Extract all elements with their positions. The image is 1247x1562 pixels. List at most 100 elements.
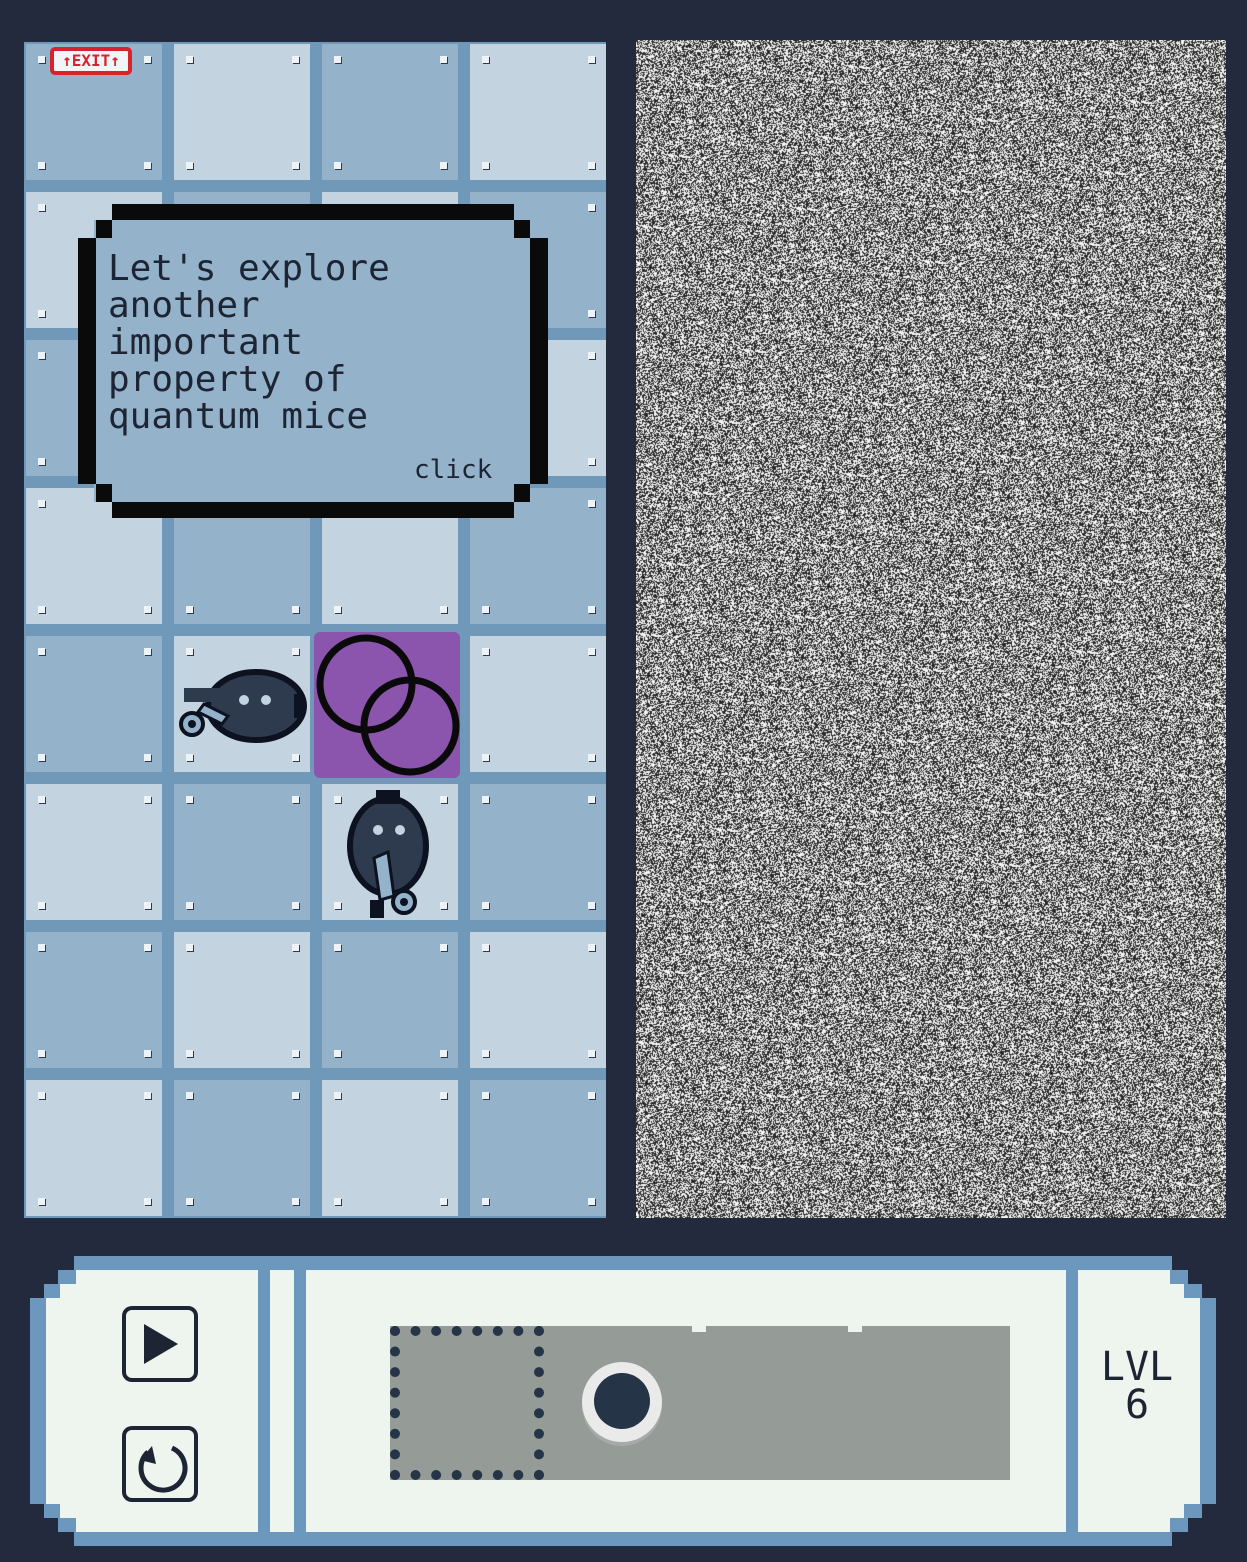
rivet — [292, 1198, 299, 1205]
rivet — [38, 310, 45, 317]
rivet — [588, 204, 595, 211]
quantum-mouse-left[interactable] — [174, 664, 310, 752]
rivet — [482, 944, 489, 951]
rivet — [588, 500, 595, 507]
rivet — [588, 754, 595, 761]
timeline-divider — [848, 1326, 862, 1332]
rivet — [588, 352, 595, 359]
rivet — [144, 944, 151, 951]
rivet — [144, 162, 151, 169]
rivet — [334, 944, 341, 951]
floor-tile[interactable] — [470, 784, 606, 920]
rivet — [186, 796, 193, 803]
rivet — [292, 606, 299, 613]
floor-tile[interactable] — [470, 932, 606, 1068]
rivet — [38, 352, 45, 359]
quantum-mouse-down[interactable] — [344, 788, 430, 926]
rivet — [38, 902, 45, 909]
rivet — [440, 606, 447, 613]
rivet — [440, 1198, 447, 1205]
floor-tile[interactable] — [322, 44, 458, 180]
rivet — [38, 458, 45, 465]
rivet — [440, 162, 447, 169]
floor-tile[interactable] — [470, 44, 606, 180]
rivet — [588, 606, 595, 613]
rivet — [186, 648, 193, 655]
floor-tile[interactable] — [26, 636, 162, 772]
level-label: LVL — [1100, 1344, 1174, 1390]
rivet — [588, 56, 595, 63]
rivet — [38, 204, 45, 211]
rivet — [440, 1050, 447, 1057]
rivet — [482, 56, 489, 63]
floor-tile[interactable] — [470, 1080, 606, 1216]
quantum-gate[interactable] — [314, 632, 460, 778]
rivet — [440, 944, 447, 951]
rivet — [334, 162, 341, 169]
rivet — [292, 1050, 299, 1057]
rivet — [588, 796, 595, 803]
rivet — [482, 648, 489, 655]
dialog-border — [112, 502, 514, 518]
restart-button[interactable] — [122, 1426, 198, 1502]
static-noise-screen — [636, 40, 1226, 1218]
dialog-border — [96, 484, 112, 502]
floor-tile[interactable] — [322, 932, 458, 1068]
rivet — [588, 1050, 595, 1057]
rivet — [482, 1198, 489, 1205]
mouse-icon — [179, 669, 307, 743]
rivet — [440, 796, 447, 803]
panel-divider — [294, 1270, 306, 1532]
rivet — [186, 1198, 193, 1205]
rivet — [440, 902, 447, 909]
floor-tile[interactable] — [26, 784, 162, 920]
dialog-click-hint[interactable]: click — [414, 455, 492, 485]
rivet — [38, 606, 45, 613]
rivet — [334, 902, 341, 909]
rivet — [292, 648, 299, 655]
floor-tile[interactable] — [174, 44, 310, 180]
rivet — [334, 796, 341, 803]
rivet — [38, 796, 45, 803]
rivet — [144, 1050, 151, 1057]
floor-tile[interactable] — [174, 932, 310, 1068]
rivet — [144, 902, 151, 909]
dialog-border — [514, 220, 530, 238]
rivet — [334, 1092, 341, 1099]
floor-tile[interactable] — [470, 636, 606, 772]
rivet — [588, 310, 595, 317]
rivet — [38, 1092, 45, 1099]
level-number: 6 — [1124, 1382, 1150, 1428]
play-button[interactable] — [122, 1306, 198, 1382]
rivet — [186, 56, 193, 63]
rivet — [482, 606, 489, 613]
rivet — [334, 1198, 341, 1205]
level-indicator: LVL 6 — [1082, 1344, 1192, 1428]
rivet — [292, 162, 299, 169]
rivet — [144, 796, 151, 803]
floor-tile[interactable] — [26, 932, 162, 1068]
dialog-border — [530, 238, 548, 484]
rivet — [186, 606, 193, 613]
rivet — [482, 754, 489, 761]
rivet — [144, 606, 151, 613]
rivet — [144, 56, 151, 63]
floor-tile[interactable] — [174, 784, 310, 920]
floor-tile[interactable] — [322, 1080, 458, 1216]
rivet — [482, 902, 489, 909]
rivet — [482, 162, 489, 169]
rivet — [334, 1050, 341, 1057]
rivet — [588, 1198, 595, 1205]
rivet — [292, 1092, 299, 1099]
rivet — [292, 902, 299, 909]
rivet — [588, 458, 595, 465]
panel-divider — [258, 1270, 270, 1532]
rivet — [186, 1092, 193, 1099]
floor-tile[interactable] — [174, 1080, 310, 1216]
rivet — [292, 56, 299, 63]
rivet — [334, 56, 341, 63]
floor-tile[interactable] — [26, 1080, 162, 1216]
timeline-drop-slot[interactable] — [390, 1326, 544, 1480]
rivet — [144, 648, 151, 655]
rivet — [38, 944, 45, 951]
